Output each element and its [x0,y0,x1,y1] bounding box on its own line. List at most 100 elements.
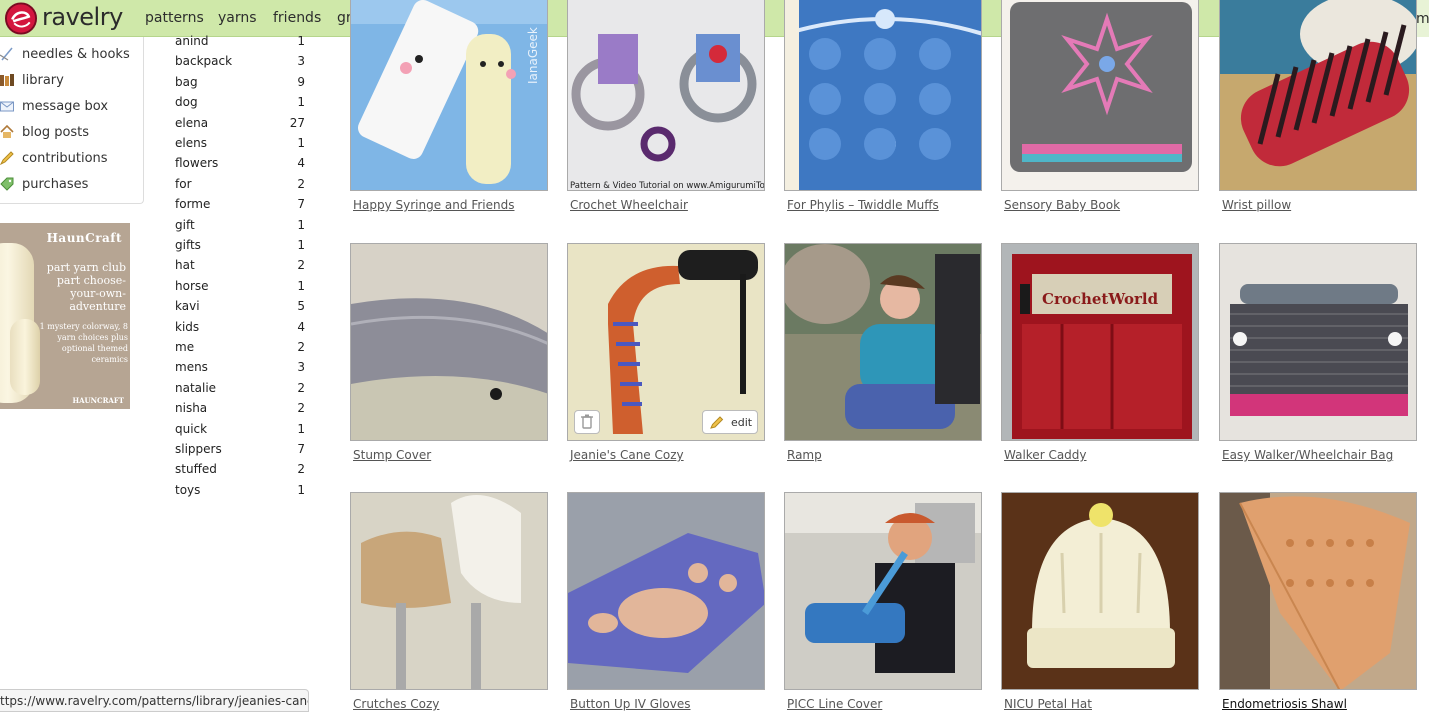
pattern-thumbnail[interactable] [567,492,765,690]
tag-row[interactable]: kids 4 [175,320,305,340]
tag-name: kids [175,319,200,334]
tag-row[interactable]: dog 1 [175,95,305,115]
tag-row[interactable]: toys 1 [175,483,305,503]
pattern-card[interactable]: Sensory Baby Book [1001,0,1199,213]
nav-yarns[interactable]: yarns [218,10,257,26]
tag-row[interactable]: hat 2 [175,258,305,278]
tag-row[interactable]: natalie 2 [175,381,305,401]
tag-row[interactable]: anind 1 [175,34,305,54]
pattern-thumbnail[interactable] [350,243,548,441]
pattern-thumbnail[interactable] [784,0,982,191]
pattern-title-link[interactable]: Stump Cover [353,448,431,462]
pattern-thumbnail[interactable] [350,492,548,690]
pattern-card[interactable]: edit Jeanie's Cane Cozy [567,243,765,463]
pattern-title-link[interactable]: For Phylis – Twiddle Muffs [787,198,939,212]
tag-count: 2 [297,401,305,416]
tag-count: 1 [297,136,305,150]
tag-row[interactable]: flowers 4 [175,156,305,176]
pencil-icon [710,416,724,429]
pattern-card[interactable]: CrochetWorld Walker Caddy [1001,243,1199,463]
pattern-thumbnail[interactable] [1219,243,1417,441]
tag-row[interactable]: quick 1 [175,422,305,442]
tag-row[interactable]: mens 3 [175,360,305,380]
pattern-card[interactable]: Stump Cover [350,243,548,463]
pattern-title-link[interactable]: NICU Petal Hat [1004,697,1092,711]
pattern-thumbnail[interactable]: Pattern & Video Tutorial on www.Amigurum… [567,0,765,191]
pattern-thumbnail[interactable]: CrochetWorld [1001,243,1199,441]
sidebar-item-blog-posts[interactable]: blog posts [0,123,140,143]
pattern-title-link[interactable]: Ramp [787,448,822,462]
pattern-title-link[interactable]: Endometriosis Shawl [1222,697,1347,711]
sidebar-item-library[interactable]: library [0,71,140,91]
tag-row[interactable]: gifts 1 [175,238,305,258]
pattern-thumbnail[interactable] [1001,0,1199,191]
pattern-title-link[interactable]: Wrist pillow [1222,198,1291,212]
pattern-photo [785,244,981,440]
edit-button[interactable]: edit [702,410,758,434]
sidebar-item-message-box[interactable]: message box [0,97,140,117]
pattern-card[interactable]: Easy Walker/Wheelchair Bag [1219,243,1417,463]
pattern-card[interactable]: For Phylis – Twiddle Muffs [784,0,982,213]
ravelry-logo-icon[interactable] [4,2,38,35]
pattern-title-link[interactable]: Crochet Wheelchair [570,198,688,212]
pattern-card[interactable]: NICU Petal Hat [1001,492,1199,712]
pattern-thumbnail[interactable] [784,243,982,441]
pattern-thumbnail[interactable] [784,492,982,690]
tag-count: 1 [297,95,305,110]
tag-name: kavi [175,299,200,314]
tag-row[interactable]: me 2 [175,340,305,360]
ad-details: 1 mystery colorway, 8 yarn choices plus … [39,322,128,364]
pattern-thumbnail[interactable]: edit [567,243,765,441]
pattern-thumbnail[interactable] [1219,0,1417,191]
tag-row[interactable]: backpack 3 [175,54,305,74]
sidebar-item-needles-hooks[interactable]: needles & hooks [0,45,140,65]
pattern-title-link[interactable]: PICC Line Cover [787,697,882,711]
pattern-card[interactable]: Crutches Cozy [350,492,548,712]
tag-count: 7 [297,442,305,456]
tag-row[interactable]: horse 1 [175,279,305,299]
nav-patterns[interactable]: patterns [145,10,204,26]
pattern-title-link[interactable]: Easy Walker/Wheelchair Bag [1222,448,1393,462]
pattern-title-link[interactable]: Jeanie's Cane Cozy [570,448,684,462]
nav-friends[interactable]: friends [273,10,321,26]
tag-name: slippers [175,442,222,456]
sidebar-item-contributions[interactable]: contributions [0,149,140,169]
pattern-card[interactable]: Endometriosis Shawl [1219,492,1417,712]
pattern-thumbnail[interactable] [1219,492,1417,690]
pattern-thumbnail[interactable] [1001,492,1199,690]
pattern-title-link[interactable]: Button Up IV Gloves [570,697,691,711]
tag-row[interactable]: nisha 2 [175,401,305,421]
tag-row[interactable]: bag 9 [175,75,305,95]
sidebar-advertisement[interactable]: HaunCraft part yarn club part choose-you… [0,223,130,409]
tag-row[interactable]: elens 1 [175,136,305,156]
tag-row[interactable]: slippers 7 [175,442,305,462]
tag-row[interactable]: for 2 [175,177,305,197]
pattern-title-link[interactable]: Crutches Cozy [353,697,439,711]
pattern-photo [1220,244,1416,440]
pattern-photo [1002,493,1198,689]
pattern-title-link[interactable]: Walker Caddy [1004,448,1087,462]
brand-name[interactable]: ravelry [42,3,123,31]
pattern-card[interactable]: PICC Line Cover [784,492,982,712]
tag-row[interactable]: stuffed 2 [175,462,305,482]
pattern-card[interactable]: IanaGeek Happy Syringe and Friends [350,0,548,213]
pattern-title-link[interactable]: Sensory Baby Book [1004,198,1120,212]
pattern-photo [351,493,547,689]
pattern-card[interactable]: Wrist pillow [1219,0,1417,213]
pattern-photo [785,0,981,190]
pattern-card[interactable]: Pattern & Video Tutorial on www.Amigurum… [567,0,765,213]
tag-name: quick [175,421,208,436]
tag-name: dog [175,95,198,110]
tag-row[interactable]: elena 27 [175,116,305,136]
sidebar-item-purchases[interactable]: purchases [0,175,140,195]
pattern-photo [785,493,981,689]
tag-row[interactable]: gift 1 [175,218,305,238]
pattern-thumbnail[interactable]: IanaGeek [350,0,548,191]
pattern-card[interactable]: Button Up IV Gloves [567,492,765,712]
pattern-card[interactable]: Ramp [784,243,982,463]
nav-my-stuff-label: m [1416,11,1429,27]
tag-row[interactable]: forme 7 [175,197,305,217]
delete-button[interactable] [574,410,600,434]
pattern-title-link[interactable]: Happy Syringe and Friends [353,198,514,212]
tag-row[interactable]: kavi 5 [175,299,305,319]
